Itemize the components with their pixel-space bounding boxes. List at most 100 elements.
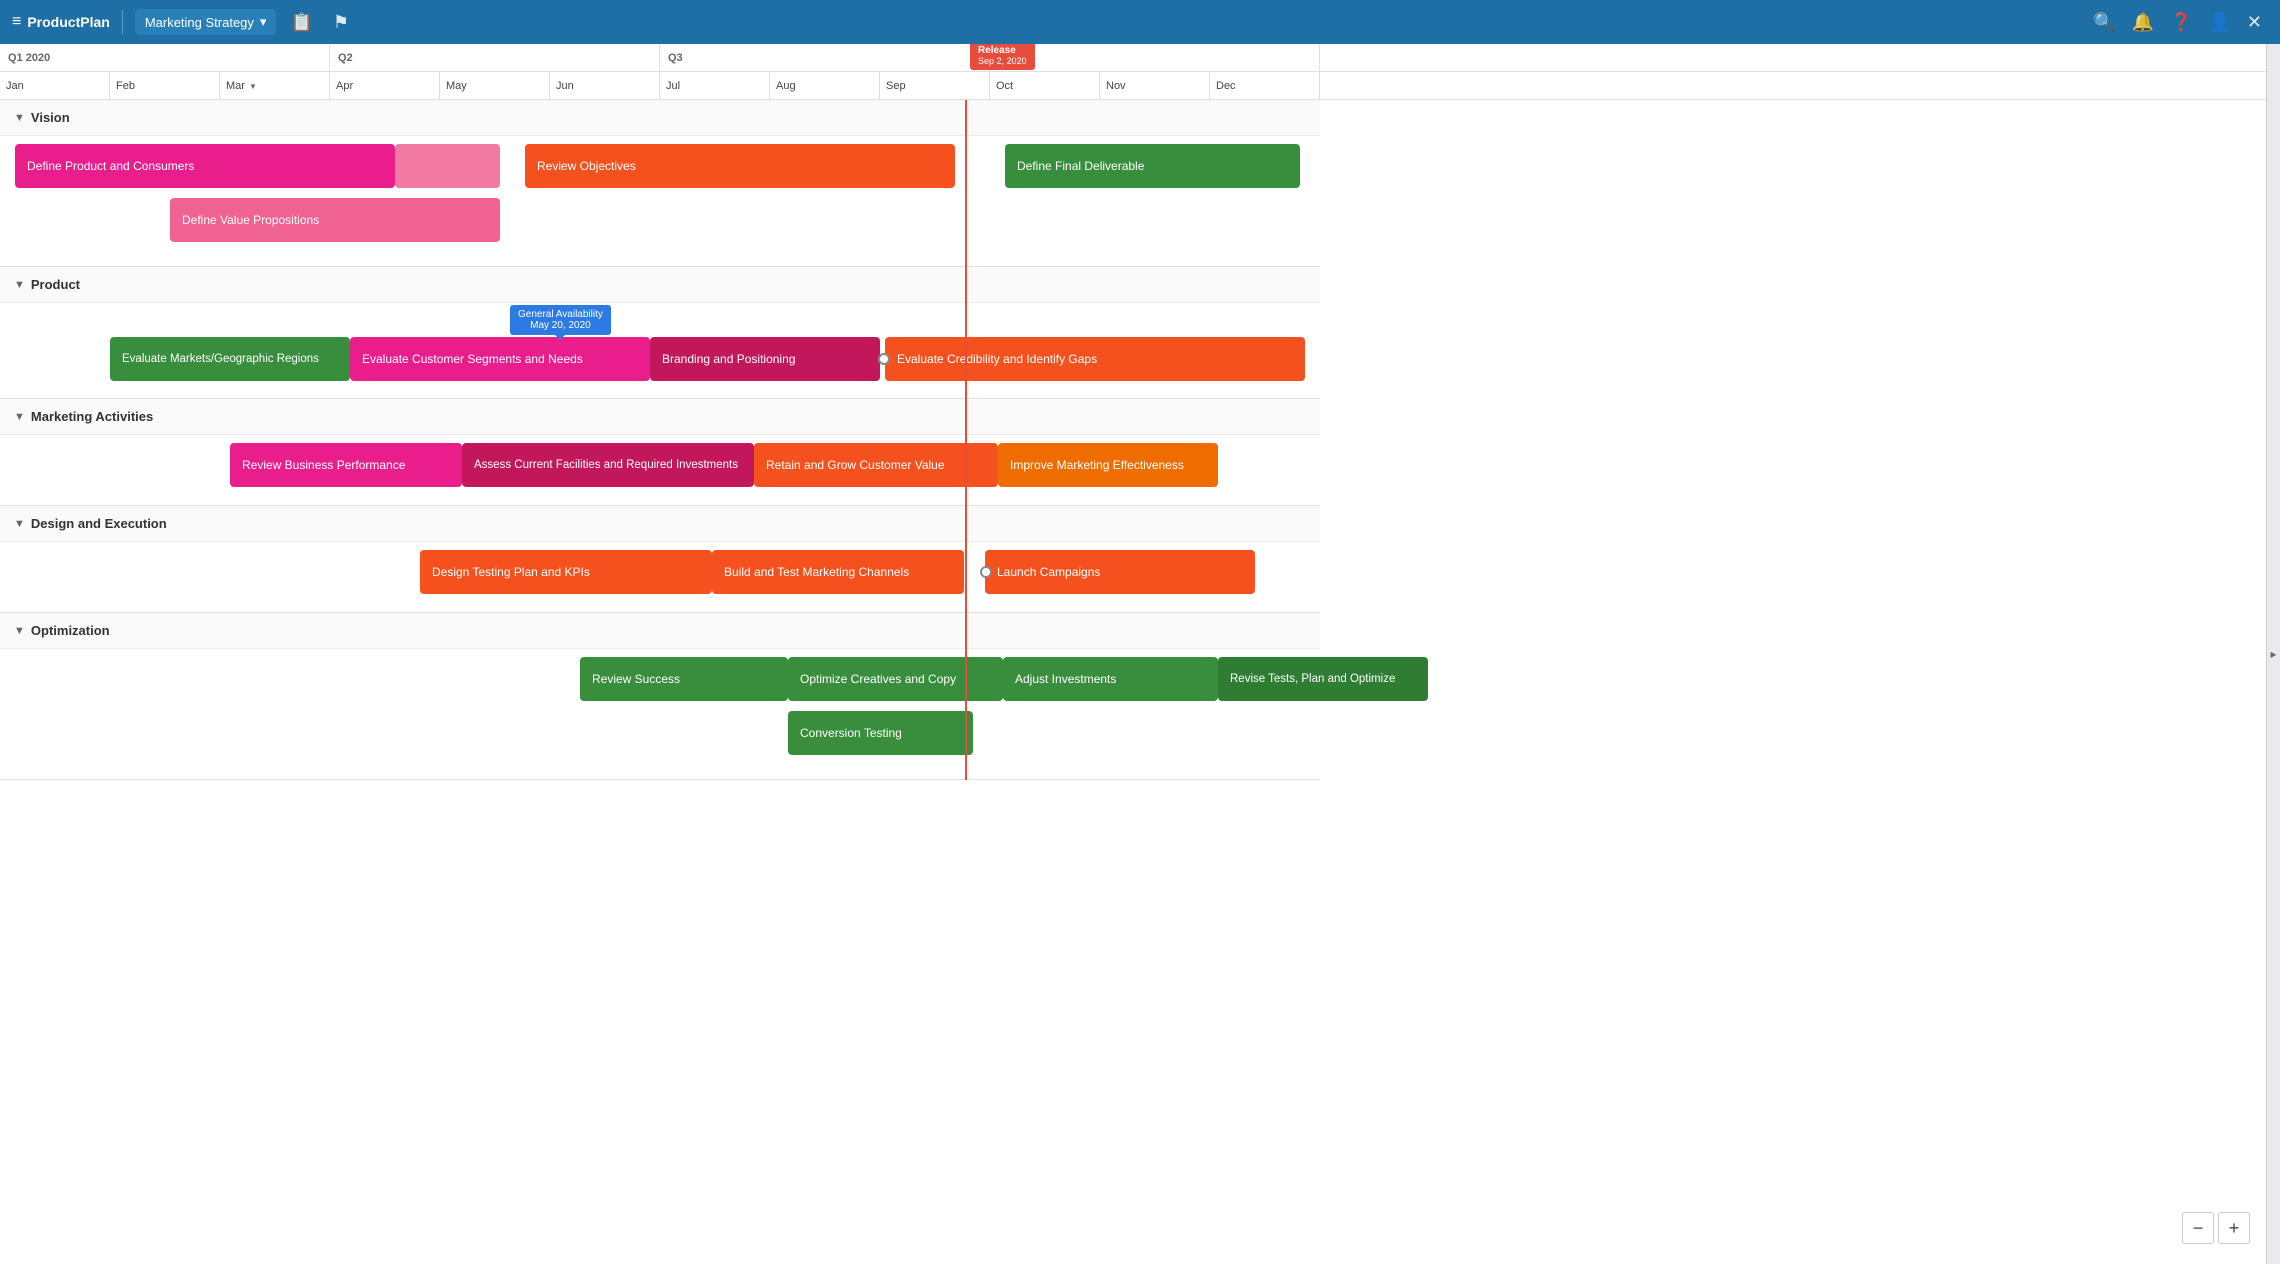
bar-define-product-label: Define Product and Consumers [27,159,194,173]
marketing-bars: Review Business Performance Assess Curre… [0,435,1320,505]
optimization-header[interactable]: ▼ Optimization [0,613,1320,649]
product-section: ▼ Product General AvailabilityMay 20, 20… [0,267,1320,399]
optimization-section: ▼ Optimization Review Success Optimize C… [0,613,1320,780]
app-name: ProductPlan [27,14,109,30]
ga-milestone-row: General AvailabilityMay 20, 2020 [0,303,1320,333]
q1-label: Q1 2020 [0,44,330,71]
zoom-in-button[interactable]: + [2218,1212,2250,1244]
design-caret-icon[interactable]: ▼ [14,518,25,530]
search-icon: 🔍 [2093,12,2115,32]
marketing-label: Marketing Activities [31,409,153,424]
notifications-button[interactable]: 🔔 [2126,8,2160,37]
copy-icon: 📋 [290,12,312,32]
optimization-caret-icon[interactable]: ▼ [14,625,25,637]
close-icon: ✕ [2247,12,2262,32]
gantt-body: ▼ Vision Define Product and Consumers Re… [0,100,1320,780]
q2-label: Q2 [330,44,660,71]
search-button[interactable]: 🔍 [2087,8,2121,37]
bar-branding[interactable]: Branding and Positioning [650,337,880,381]
bar-optimize-creatives-label: Optimize Creatives and Copy [800,672,956,686]
month-feb: Feb [110,72,220,100]
bar-evaluate-customers[interactable]: Evaluate Customer Segments and Needs [350,337,650,381]
bar-review-success-label: Review Success [592,672,680,686]
bookmark-button[interactable]: ⚑ [327,8,355,37]
bar-review-success[interactable]: Review Success [580,657,788,701]
bar-revise-tests[interactable]: Revise Tests, Plan and Optimize [1218,657,1428,701]
plan-dropdown[interactable]: Marketing Strategy ▾ [135,9,277,35]
bar-improve-marketing-label: Improve Marketing Effectiveness [1010,458,1184,472]
close-button[interactable]: ✕ [2241,8,2268,37]
vision-bars: Define Product and Consumers Review Obje… [0,136,1320,266]
bar-evaluate-credibility-label: Evaluate Credibility and Identify Gaps [897,352,1097,366]
bar-build-test[interactable]: Build and Test Marketing Channels [712,550,964,594]
month-jun: Jun [550,72,660,100]
bar-define-final-label: Define Final Deliverable [1017,159,1144,173]
zoom-in-icon: + [2229,1218,2240,1239]
marketing-caret-icon[interactable]: ▼ [14,411,25,423]
months-row: Jan Feb Mar Apr May Jun Jul Aug Sep Oct … [0,72,2266,100]
gantt-container[interactable]: Q1 2020 Q2 Q3 ReleaseSep 2, 2020 Q4 Jan … [0,44,2266,1264]
vision-label: Vision [31,110,70,125]
bar-define-value[interactable]: Define Value Propositions [170,198,500,242]
bar-retain-grow-label: Retain and Grow Customer Value [766,458,945,472]
app-logo: ≡ ProductPlan [12,13,110,31]
zoom-out-button[interactable]: − [2182,1212,2214,1244]
month-may: May [440,72,550,100]
product-header[interactable]: ▼ Product [0,267,1320,303]
hamburger-icon[interactable]: ≡ [12,13,21,31]
user-button[interactable]: 👤 [2202,8,2236,37]
bar-assess-facilities-label: Assess Current Facilities and Required I… [474,458,738,473]
bar-adjust-investments[interactable]: Adjust Investments [1003,657,1218,701]
bar-optimize-creatives[interactable]: Optimize Creatives and Copy [788,657,1003,701]
bar-revise-tests-label: Revise Tests, Plan and Optimize [1230,672,1395,687]
bar-launch-campaigns[interactable]: Launch Campaigns [985,550,1255,594]
bar-define-product[interactable]: Define Product and Consumers [15,144,395,188]
dropdown-caret-icon: ▾ [260,14,267,30]
bar-improve-marketing[interactable]: Improve Marketing Effectiveness [998,443,1218,487]
bar-conversion-testing-label: Conversion Testing [800,726,902,740]
ga-tooltip: General AvailabilityMay 20, 2020 [510,305,611,335]
release-badge: ReleaseSep 2, 2020 [970,44,1035,70]
month-sep: Sep [880,72,990,100]
q3-label: Q3 ReleaseSep 2, 2020 [660,44,990,71]
nav-right-actions: 🔍 🔔 ❓ 👤 ✕ [2087,8,2268,37]
bar-conversion-testing[interactable]: Conversion Testing [788,711,973,755]
product-bars: Evaluate Markets/Geographic Regions Eval… [0,333,1320,398]
vision-header[interactable]: ▼ Vision [0,100,1320,136]
timeline-header: Q1 2020 Q2 Q3 ReleaseSep 2, 2020 Q4 Jan … [0,44,2266,100]
product-label: Product [31,277,80,292]
bar-assess-facilities[interactable]: Assess Current Facilities and Required I… [462,443,754,487]
top-nav: ≡ ProductPlan Marketing Strategy ▾ 📋 ⚑ 🔍… [0,0,2280,44]
bar-review-business[interactable]: Review Business Performance [230,443,462,487]
bar-design-testing[interactable]: Design Testing Plan and KPIs [420,550,712,594]
zoom-out-icon: − [2193,1218,2204,1239]
month-jul: Jul [660,72,770,100]
marketing-header[interactable]: ▼ Marketing Activities [0,399,1320,435]
bar-review-objectives[interactable]: Review Objectives [525,144,955,188]
right-sidebar-collapse[interactable]: ▸ [2266,44,2280,1264]
user-icon: 👤 [2208,12,2230,32]
bar-review-business-label: Review Business Performance [242,458,405,472]
sidebar-arrow-icon: ▸ [2270,647,2276,661]
bookmark-icon: ⚑ [333,12,349,32]
product-caret-icon[interactable]: ▼ [14,279,25,291]
copy-button[interactable]: 📋 [284,8,318,37]
help-button[interactable]: ❓ [2164,8,2198,37]
branding-milestone-dot [878,353,890,365]
month-nov: Nov [1100,72,1210,100]
q4-label: Q4 [990,44,1320,71]
vision-caret-icon[interactable]: ▼ [14,112,25,124]
bar-evaluate-credibility[interactable]: Evaluate Credibility and Identify Gaps [885,337,1305,381]
design-header[interactable]: ▼ Design and Execution [0,506,1320,542]
design-bars: Design Testing Plan and KPIs Build and T… [0,542,1320,612]
bell-icon: 🔔 [2132,12,2154,32]
bar-evaluate-markets[interactable]: Evaluate Markets/Geographic Regions [110,337,350,381]
bar-build-test-label: Build and Test Marketing Channels [724,565,909,579]
month-jan: Jan [0,72,110,100]
bar-define-value-label: Define Value Propositions [182,213,319,227]
month-mar: Mar [220,72,330,100]
bar-define-final[interactable]: Define Final Deliverable [1005,144,1300,188]
marketing-section: ▼ Marketing Activities Review Business P… [0,399,1320,506]
vision-section: ▼ Vision Define Product and Consumers Re… [0,100,1320,267]
bar-retain-grow[interactable]: Retain and Grow Customer Value [754,443,998,487]
